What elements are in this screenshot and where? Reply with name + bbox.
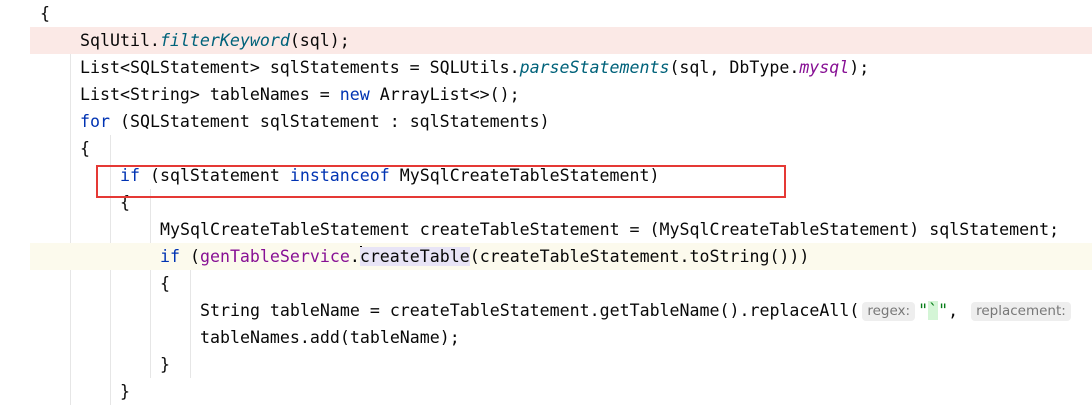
code-line[interactable]: SqlUtil.filterKeyword(sql); bbox=[30, 27, 1092, 54]
keyword: for bbox=[80, 112, 110, 131]
code-token: MySqlCreateTableStatement createTableSta… bbox=[160, 220, 1060, 239]
code-token: { bbox=[80, 139, 90, 158]
code-line[interactable]: String tableName = createTableStatement.… bbox=[30, 297, 1092, 324]
code-line[interactable]: } bbox=[30, 378, 1092, 405]
method-name: parseStatements bbox=[519, 58, 670, 77]
code-token: { bbox=[160, 274, 170, 293]
code-line[interactable]: for (SQLStatement sqlStatement : sqlStat… bbox=[30, 108, 1092, 135]
parameter-hint: replacement: bbox=[971, 302, 1071, 321]
code-token: List<SQLStatement> sqlStatements = SQLUt… bbox=[80, 58, 520, 77]
code-token: tableNames.add(tableName); bbox=[200, 328, 460, 347]
string-literal: ` bbox=[928, 301, 939, 320]
code-token: (sql, DbType. bbox=[669, 58, 800, 77]
highlighted-identifier: createTable bbox=[359, 247, 470, 266]
code-token: String tableName = createTableStatement.… bbox=[200, 301, 860, 320]
string-literal: " bbox=[918, 301, 929, 320]
code-line[interactable]: List<SQLStatement> sqlStatements = SQLUt… bbox=[30, 54, 1092, 81]
code-token: ); bbox=[849, 58, 870, 77]
code-token: (sql); bbox=[289, 31, 350, 50]
editor-gutter[interactable] bbox=[0, 0, 30, 416]
code-line[interactable]: MySqlCreateTableStatement createTableSta… bbox=[30, 216, 1092, 243]
parameter-hint: regex: bbox=[862, 302, 916, 321]
string-literal: " bbox=[938, 301, 949, 320]
code-token: (SQLStatement sqlStatement : sqlStatemen… bbox=[109, 112, 550, 131]
code-line[interactable]: List<String> tableNames = new ArrayList<… bbox=[30, 81, 1092, 108]
code-token: List<String> tableNames = bbox=[80, 85, 340, 104]
keyword: new bbox=[339, 85, 370, 104]
code-token: { bbox=[40, 4, 50, 23]
code-line[interactable]: { bbox=[30, 0, 1092, 27]
code-token: SqlUtil. bbox=[80, 31, 160, 50]
method-name: filterKeyword bbox=[159, 31, 290, 50]
annotation-highlight-box bbox=[96, 165, 786, 198]
field-name: mysql bbox=[799, 58, 850, 77]
code-line[interactable]: { bbox=[30, 270, 1092, 297]
code-token: ( bbox=[179, 247, 200, 266]
code-token: (createTableStatement.toString())) bbox=[469, 247, 810, 266]
code-token: . bbox=[349, 247, 360, 266]
code-line[interactable]: { bbox=[30, 135, 1092, 162]
code-token: } bbox=[160, 355, 170, 374]
code-token: ArrayList<>(); bbox=[369, 85, 520, 104]
code-line[interactable]: if (genTableService.createTable(createTa… bbox=[30, 243, 1092, 270]
field-name: genTableService bbox=[199, 247, 350, 266]
code-line[interactable]: tableNames.add(tableName); bbox=[30, 324, 1092, 351]
code-line[interactable]: } bbox=[30, 351, 1092, 378]
keyword: if bbox=[160, 247, 180, 266]
code-token: , bbox=[948, 301, 969, 320]
code-token: } bbox=[120, 382, 130, 401]
